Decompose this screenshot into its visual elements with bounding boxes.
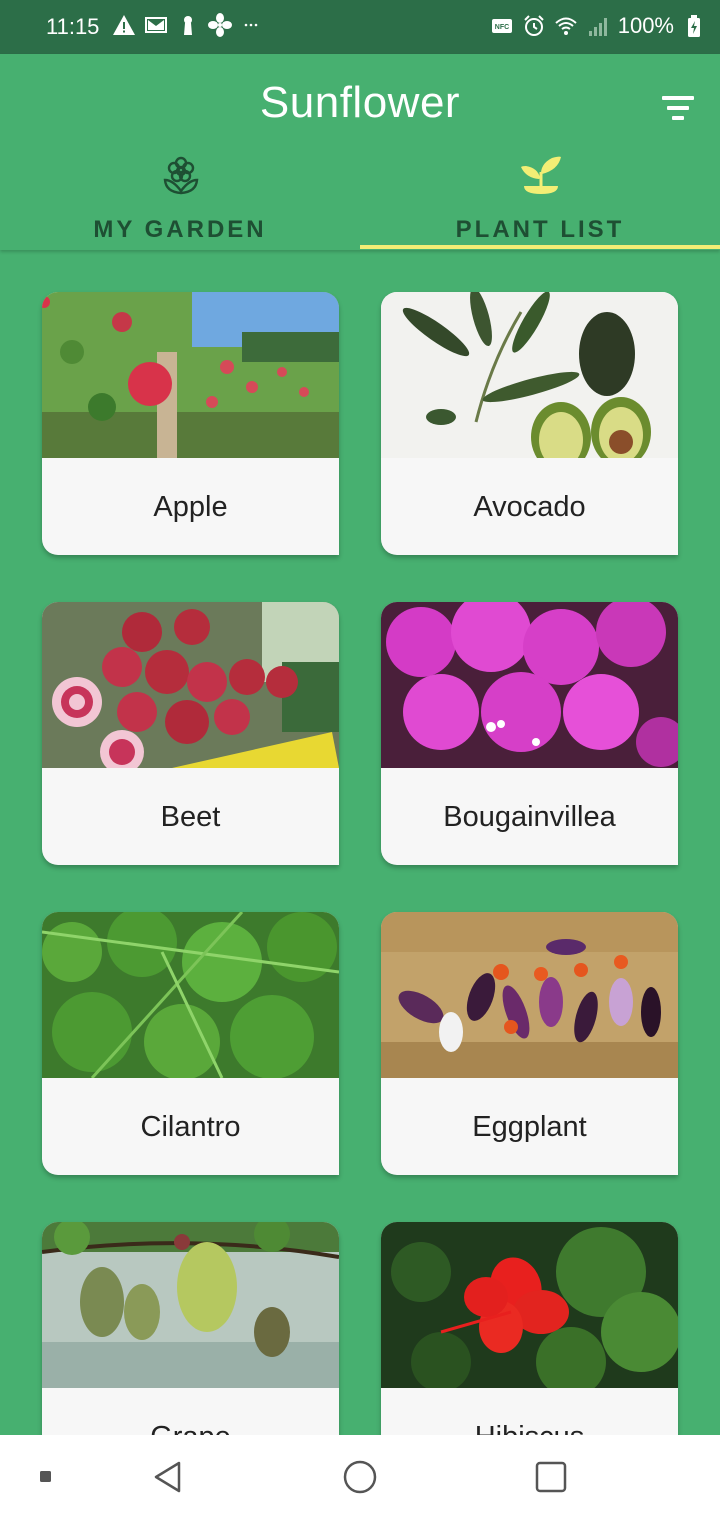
- plant-name: Avocado: [473, 491, 586, 523]
- plant-card-eggplant[interactable]: Eggplant: [381, 912, 678, 1175]
- keyhole-icon: [184, 16, 192, 35]
- plant-name: Beet: [160, 801, 221, 833]
- plant-image-avocado: [381, 292, 678, 458]
- wifi-icon: [555, 17, 577, 35]
- plant-image-hibiscus: [381, 1222, 678, 1388]
- plant-image-grape: [42, 1222, 339, 1388]
- sprout-icon: [521, 156, 561, 194]
- tab-plant-list[interactable]: PLANT LIST: [360, 150, 720, 250]
- gmail-icon: [145, 17, 167, 33]
- status-time: 11:15: [46, 14, 100, 39]
- home-icon[interactable]: [340, 1457, 380, 1497]
- status-bar: 11:15 NFC 100%: [0, 0, 720, 54]
- recents-icon[interactable]: [531, 1457, 571, 1497]
- plant-image-bougainvillea: [381, 602, 678, 768]
- filter-list-icon[interactable]: [656, 86, 700, 130]
- warning-icon: [113, 15, 135, 35]
- battery-percent: 100%: [617, 13, 674, 38]
- plant-image-eggplant: [381, 912, 678, 1078]
- plant-card-avocado[interactable]: Avocado: [381, 292, 678, 555]
- back-icon[interactable]: [148, 1457, 188, 1497]
- plant-card-grape[interactable]: Grape: [42, 1222, 339, 1435]
- plant-name: Grape: [42, 1421, 339, 1435]
- plant-card-beet[interactable]: Beet: [42, 602, 339, 865]
- signal-icon: [588, 18, 607, 36]
- tab-my-garden-label: MY GARDEN: [93, 216, 267, 243]
- plant-image-cilantro: [42, 912, 339, 1078]
- alarm-icon: [524, 15, 544, 36]
- plant-name: Bougainvillea: [443, 801, 616, 833]
- plant-card-hibiscus[interactable]: Hibiscus: [381, 1222, 678, 1435]
- nfc-icon: NFC: [491, 19, 512, 33]
- system-nav-bar: [0, 1435, 720, 1520]
- plant-image-beet: [42, 602, 339, 768]
- svg-text:NFC: NFC: [495, 24, 509, 31]
- fan-icon: [208, 13, 232, 37]
- app-bar: Sunflower MY GARDEN PLANT LIST: [0, 54, 720, 250]
- plant-name: Eggplant: [472, 1111, 587, 1143]
- app-title: Sunflower: [259, 78, 461, 127]
- tab-plant-list-label: PLANT LIST: [455, 216, 625, 243]
- plant-card-bougainvillea[interactable]: Bougainvillea: [381, 602, 678, 865]
- plant-image-apple: [42, 292, 339, 458]
- more-dots-icon: [244, 23, 258, 27]
- tab-my-garden[interactable]: MY GARDEN: [0, 150, 360, 250]
- plant-name: Apple: [153, 491, 228, 523]
- selected-tab-indicator: [360, 245, 720, 249]
- plant-card-apple[interactable]: Apple: [42, 292, 339, 555]
- plant-name: Cilantro: [140, 1111, 241, 1143]
- flower-icon: [163, 156, 199, 195]
- menu-square-icon[interactable]: [26, 1457, 66, 1497]
- plant-grid[interactable]: Apple Avocado Beet Bougainvillea Cilantr…: [0, 250, 720, 1435]
- plant-card-cilantro[interactable]: Cilantro: [42, 912, 339, 1175]
- plant-name: Hibiscus: [381, 1421, 678, 1435]
- battery-icon: [688, 15, 700, 37]
